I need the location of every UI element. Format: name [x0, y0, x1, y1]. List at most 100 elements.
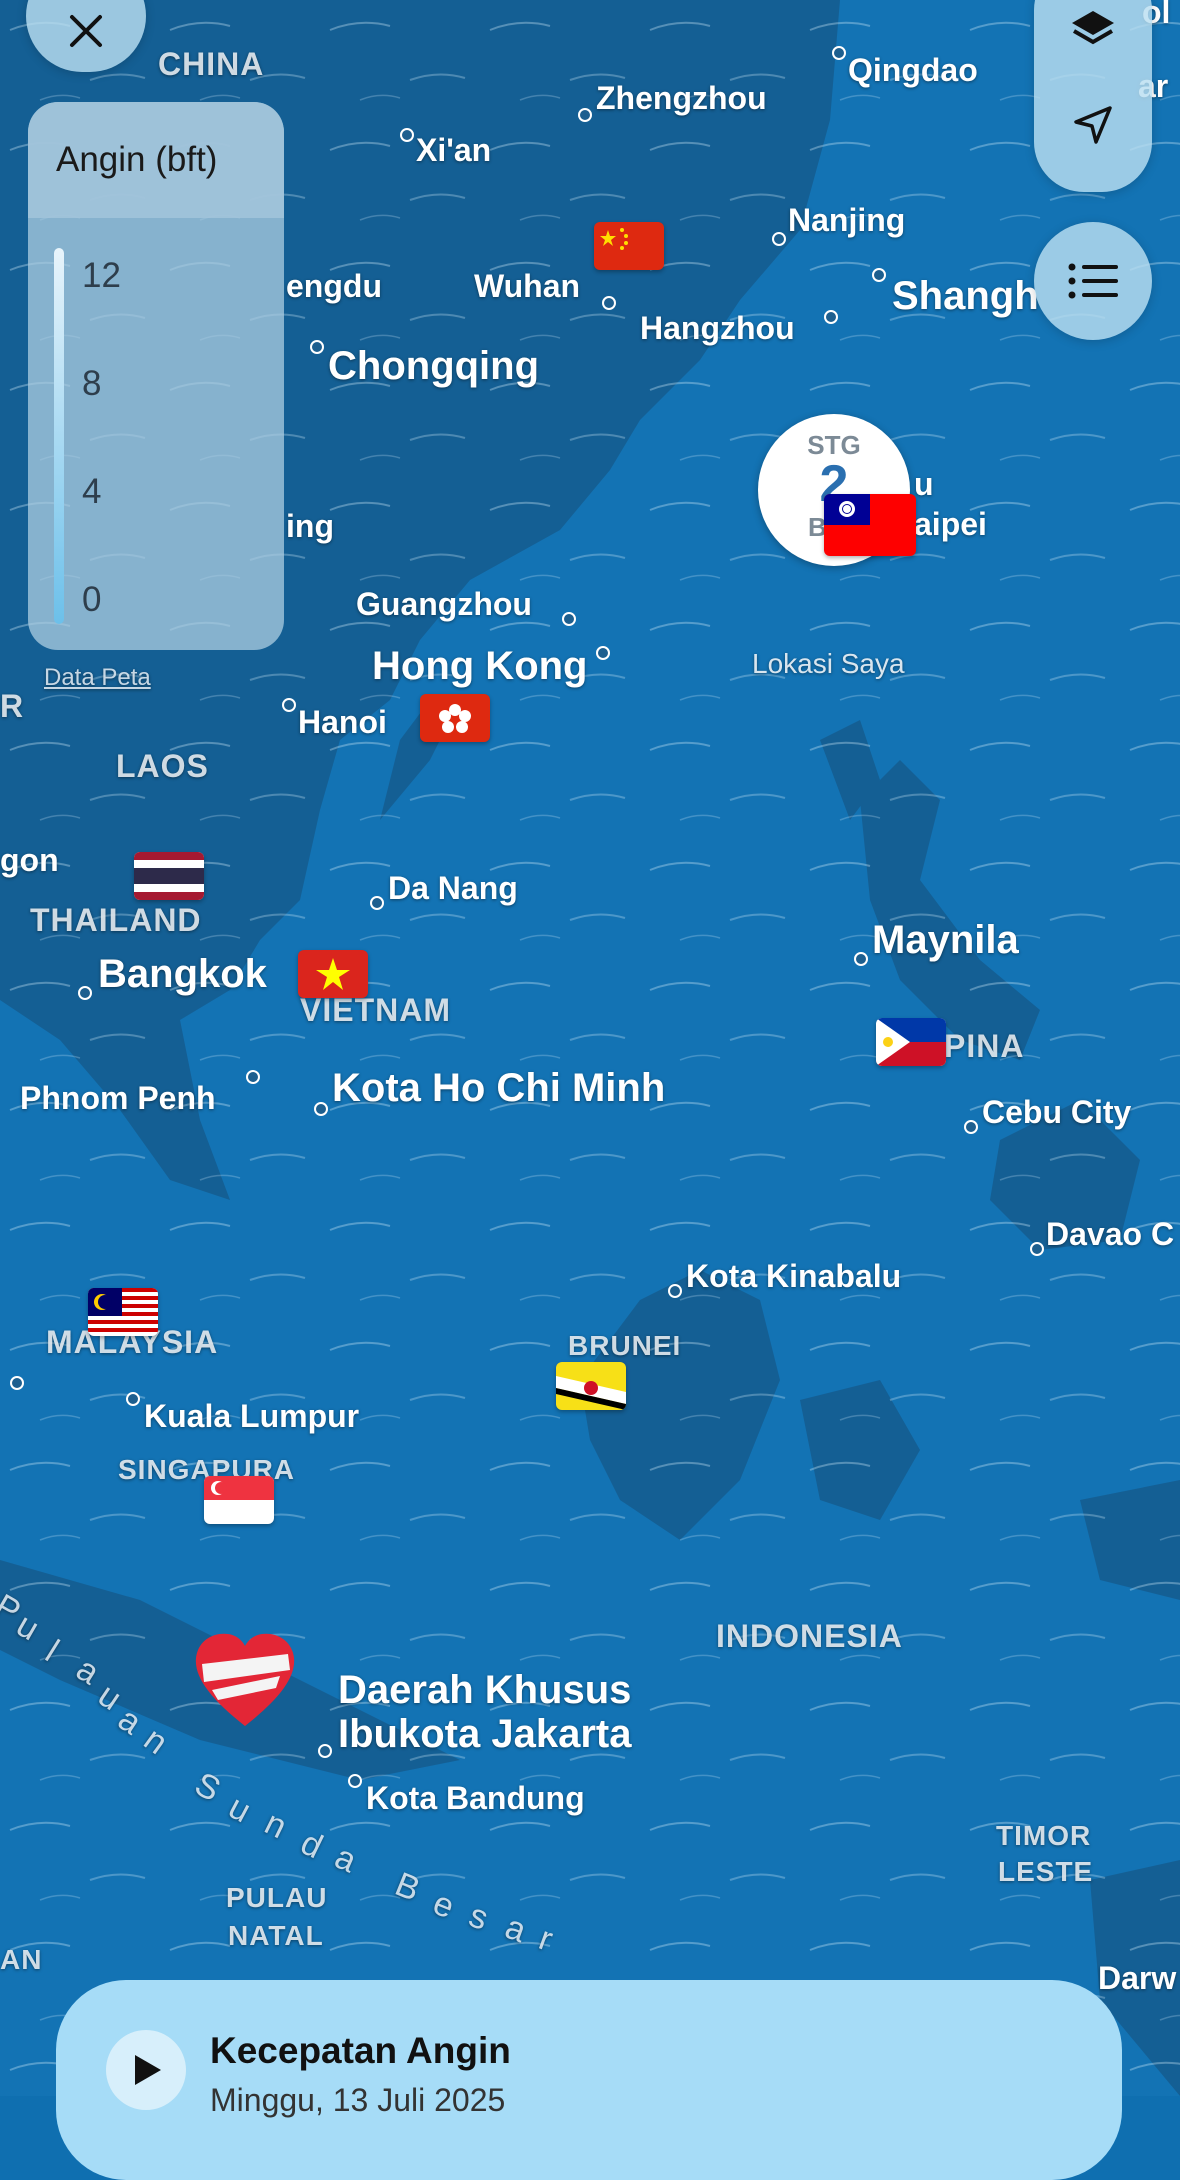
- city-dot[interactable]: [282, 698, 296, 712]
- taiwan-flag-sun: [839, 501, 855, 517]
- city-dot[interactable]: [246, 1070, 260, 1084]
- city-label-yangon[interactable]: gon: [0, 842, 59, 879]
- city-label-chongqing[interactable]: Chongqing: [328, 344, 539, 389]
- city-dot[interactable]: [602, 296, 616, 310]
- malaysia-flag[interactable]: [88, 1288, 158, 1336]
- philippines-flag-triangle: [876, 1018, 910, 1066]
- city-dot[interactable]: [832, 46, 846, 60]
- city-dot[interactable]: [10, 1376, 24, 1390]
- legend-color-bar: [54, 248, 64, 624]
- legend-title: Angin (bft): [28, 102, 284, 218]
- map-controls-group: [1034, 0, 1152, 192]
- china-flag-stars: [600, 228, 628, 250]
- layers-icon: [1072, 11, 1114, 45]
- city-label-zhengzhou[interactable]: Zhengzhou: [596, 80, 767, 117]
- city-dot[interactable]: [310, 340, 324, 354]
- singapore-flag[interactable]: [204, 1476, 274, 1524]
- city-label-guangzhou[interactable]: Guangzhou: [356, 586, 532, 623]
- city-dot[interactable]: [314, 1102, 328, 1116]
- city-label-taipei-top[interactable]: u: [914, 466, 934, 503]
- legend-tick: 0: [82, 580, 102, 619]
- city-label-phnompenh[interactable]: Phnom Penh: [20, 1080, 216, 1117]
- close-icon: [70, 15, 102, 47]
- city-dot[interactable]: [318, 1744, 332, 1758]
- map-data-credit-link[interactable]: Data Peta: [44, 664, 151, 692]
- city-label-hangzhou[interactable]: Hangzhou: [640, 310, 795, 347]
- city-dot[interactable]: [400, 128, 414, 142]
- country-label-edge-an: AN: [0, 1944, 43, 1975]
- city-dot[interactable]: [578, 108, 592, 122]
- city-label-jakarta-line2[interactable]: Ibukota Jakarta: [338, 1712, 631, 1757]
- hongkong-flag[interactable]: [420, 694, 490, 742]
- country-label-laos: LAOS: [116, 748, 209, 784]
- city-dot[interactable]: [596, 646, 610, 660]
- city-label-taipei[interactable]: aipei: [914, 506, 987, 543]
- legend-tick: 12: [82, 256, 121, 295]
- city-label-nanjing[interactable]: Nanjing: [788, 202, 905, 239]
- city-label-bangkok[interactable]: Bangkok: [98, 952, 267, 997]
- city-dot[interactable]: [78, 986, 92, 1000]
- legend-tick: 8: [82, 364, 102, 403]
- vietnam-flag-star: [316, 958, 350, 990]
- city-dot[interactable]: [370, 896, 384, 910]
- china-flag[interactable]: [594, 222, 664, 270]
- city-label-darwin[interactable]: Darw: [1098, 1960, 1176, 1997]
- panel-title: Kecepatan Angin: [210, 2030, 511, 2071]
- city-dot[interactable]: [348, 1774, 362, 1788]
- city-label-qingdao[interactable]: Qingdao: [848, 52, 978, 89]
- play-button[interactable]: [106, 2030, 186, 2110]
- city-label-kotakinabalu[interactable]: Kota Kinabalu: [686, 1258, 901, 1295]
- country-label-edge: R: [0, 688, 25, 724]
- bottom-info-panel[interactable]: Kecepatan Angin Minggu, 13 Juli 2025: [56, 1980, 1122, 2180]
- city-dot[interactable]: [854, 952, 868, 966]
- city-label-maynila[interactable]: Maynila: [872, 918, 1019, 963]
- list-button[interactable]: [1034, 222, 1152, 340]
- my-location-button[interactable]: [1034, 80, 1152, 170]
- vietnam-flag[interactable]: [298, 950, 368, 998]
- city-dot[interactable]: [668, 1284, 682, 1298]
- city-label-davao[interactable]: Davao C: [1046, 1216, 1174, 1253]
- city-dot[interactable]: [824, 310, 838, 324]
- panel-subtitle: Minggu, 13 Juli 2025: [210, 2082, 506, 2118]
- legend-tick: 4: [82, 472, 102, 511]
- city-label-danang[interactable]: Da Nang: [388, 870, 518, 907]
- city-label-hanoi[interactable]: Hanoi: [298, 704, 387, 741]
- country-label-leste: LESTE: [998, 1856, 1094, 1887]
- wind-scale-legend: Angin (bft) 12 8 4 0: [28, 102, 284, 650]
- country-label-philippines: PINA: [944, 1028, 1025, 1064]
- island-label-natal: NATAL: [228, 1920, 324, 1951]
- city-label-bandung[interactable]: Kota Bandung: [366, 1780, 585, 1817]
- country-label-thailand: THAILAND: [30, 902, 202, 938]
- country-label-brunei: BRUNEI: [568, 1330, 682, 1361]
- layers-button[interactable]: [1034, 0, 1152, 80]
- brunei-flag[interactable]: [556, 1362, 626, 1410]
- city-dot[interactable]: [126, 1392, 140, 1406]
- thailand-flag-stripe-mid: [134, 868, 204, 884]
- city-label-kualalumpur[interactable]: Kuala Lumpur: [144, 1398, 359, 1435]
- city-dot[interactable]: [562, 612, 576, 626]
- city-dot[interactable]: [772, 232, 786, 246]
- city-label-jakarta-line1[interactable]: Daerah Khusus: [338, 1668, 631, 1713]
- play-icon: [135, 2055, 161, 2085]
- city-label-nanning[interactable]: ing: [286, 508, 334, 545]
- malaysia-flag-stripes: [88, 1288, 158, 1332]
- country-label-indonesia: INDONESIA: [716, 1618, 903, 1654]
- philippines-flag[interactable]: [876, 1018, 946, 1066]
- location-arrow-icon: [1074, 106, 1112, 144]
- brunei-flag-stripes: [556, 1376, 626, 1410]
- city-dot[interactable]: [1030, 1242, 1044, 1256]
- city-label-chengdu[interactable]: engdu: [286, 268, 382, 305]
- city-label-xian[interactable]: Xi'an: [416, 132, 491, 169]
- city-dot[interactable]: [964, 1120, 978, 1134]
- city-dot[interactable]: [872, 268, 886, 282]
- thailand-flag[interactable]: [134, 852, 204, 900]
- city-label-hochiminh[interactable]: Kota Ho Chi Minh: [332, 1066, 665, 1111]
- heart-icon[interactable]: [192, 1630, 298, 1730]
- island-label-pulau: PULAU: [226, 1882, 328, 1913]
- city-label-wuhan[interactable]: Wuhan: [474, 268, 580, 305]
- city-label-shanghai[interactable]: Shangh: [892, 274, 1039, 319]
- taiwan-flag[interactable]: [824, 494, 916, 556]
- thailand-flag-stripe-top: [134, 852, 204, 860]
- city-label-cebu[interactable]: Cebu City: [982, 1094, 1131, 1131]
- city-label-hongkong[interactable]: Hong Kong: [372, 644, 588, 689]
